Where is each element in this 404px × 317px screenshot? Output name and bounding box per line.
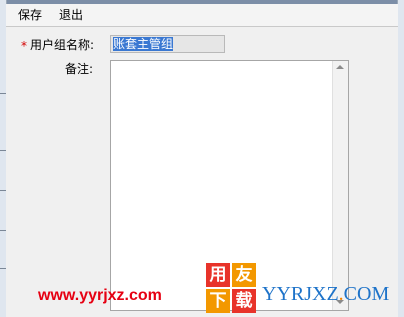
remark-label: 备注: [65, 62, 94, 76]
user-group-form: * 用户组名称: 账套主管组 备注: [6, 27, 398, 317]
brand-part-1: YYRJXZ [262, 283, 339, 305]
logo-char-2: 友 [232, 263, 256, 287]
group-name-input[interactable]: 账套主管组 [110, 35, 225, 53]
required-marker: * [21, 39, 27, 53]
watermark-logo: 用 友 下 载 [206, 263, 256, 313]
scroll-up-arrow-icon[interactable] [336, 65, 344, 69]
menu-bar: 保存 退出 [6, 4, 398, 27]
background-window-right-edge [397, 0, 404, 317]
logo-char-3: 下 [206, 289, 230, 313]
watermark-brand: YYRJXZ.COM [262, 283, 389, 306]
logo-char-4: 载 [232, 289, 256, 313]
exit-menu-item[interactable]: 退出 [57, 6, 85, 24]
remark-scrollbar[interactable] [332, 61, 348, 310]
group-name-selected-text: 账套主管组 [113, 37, 174, 51]
logo-char-1: 用 [206, 263, 230, 287]
group-name-label: 用户组名称: [30, 38, 95, 52]
brand-part-3: COM [343, 283, 390, 305]
save-menu-item[interactable]: 保存 [16, 6, 44, 24]
watermark-url: www.yyrjxz.com [38, 287, 162, 304]
